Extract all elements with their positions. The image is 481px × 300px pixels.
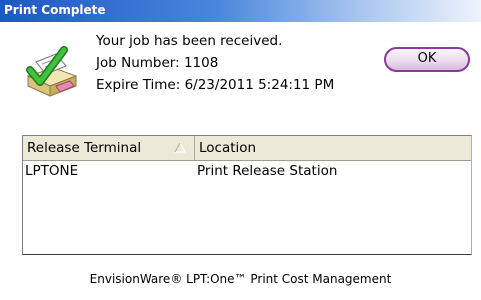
footer-branding: EnvisionWare® LPT:One™ Print Cost Manage… [89, 272, 392, 286]
release-terminal-table[interactable]: Release Terminal Location LPTONE Print R… [22, 135, 472, 255]
column-header-release-terminal[interactable]: Release Terminal [23, 136, 195, 160]
printer-checkmark-icon [20, 42, 80, 102]
received-message: Your job has been received. [96, 33, 283, 49]
column-header-location[interactable]: Location [195, 136, 471, 160]
title-bar: Print Complete [0, 0, 481, 22]
expire-time-value: 6/23/2011 5:24:11 PM [184, 77, 335, 93]
cell-location: Print Release Station [197, 163, 338, 179]
job-info: Your job has been received. Job Number: … [96, 30, 334, 96]
expire-time-label: Expire Time: [96, 77, 181, 93]
job-number-line: Job Number: 1108 [96, 52, 334, 74]
column-header-label: Location [199, 140, 257, 156]
table-row[interactable]: LPTONE Print Release Station [23, 161, 471, 181]
cell-release-terminal: LPTONE [25, 163, 79, 179]
column-header-label: Release Terminal [27, 140, 142, 156]
window-title: Print Complete [4, 3, 106, 17]
expire-time-line: Expire Time: 6/23/2011 5:24:11 PM [96, 74, 334, 96]
job-number-value: 1108 [183, 55, 219, 71]
sort-ascending-icon [174, 142, 186, 153]
ok-button[interactable]: OK [384, 47, 470, 72]
job-number-label: Job Number: [96, 55, 180, 71]
table-header: Release Terminal Location [23, 136, 471, 161]
